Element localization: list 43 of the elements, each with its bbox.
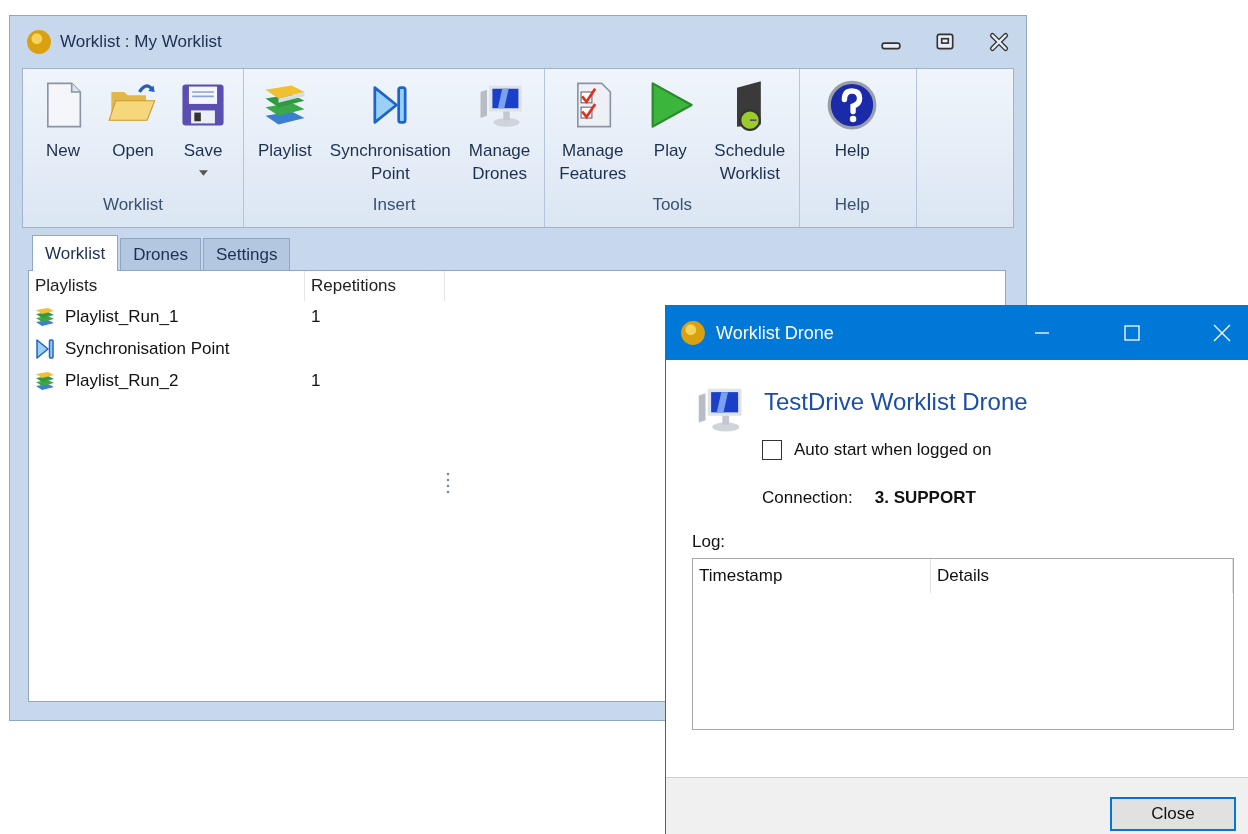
window-title: Worklist : My Worklist <box>60 32 222 52</box>
tab[interactable]: Drones <box>120 238 201 270</box>
ribbon-button[interactable]: Playlist <box>250 69 320 195</box>
ribbon-group-label: Insert <box>372 195 416 216</box>
connection-label: Connection: <box>762 488 853 508</box>
close-icon[interactable] <box>988 31 1010 53</box>
ribbon-button[interactable]: New <box>29 69 97 195</box>
table-cell: Synchronisation Point <box>65 339 230 359</box>
table-cell: 1 <box>311 307 321 326</box>
ribbon-button[interactable]: Synchronisation Point <box>321 69 459 195</box>
window-title: Worklist Drone <box>716 322 834 344</box>
checkbox-label[interactable]: Auto start when logged on <box>794 440 992 460</box>
ribbon-button[interactable]: Schedule Worklist <box>706 69 794 195</box>
column-header[interactable]: Repetitions <box>305 271 445 301</box>
caret-icon <box>198 170 208 176</box>
ribbon-button[interactable]: Play <box>636 69 705 195</box>
ribbon-button[interactable]: Save <box>169 69 237 195</box>
help-icon <box>826 79 879 131</box>
skip-icon <box>33 337 57 361</box>
ribbon-group-label: Worklist <box>102 195 164 216</box>
ribbon-button[interactable]: Open <box>99 69 167 195</box>
tab[interactable]: Worklist <box>32 235 119 271</box>
app-icon <box>26 29 52 55</box>
column-header[interactable]: Playlists <box>29 271 305 301</box>
table-cell: Playlist_Run_2 <box>65 371 179 391</box>
close-button[interactable]: Close <box>1110 797 1236 831</box>
ribbon-button[interactable]: Manage Drones <box>460 69 539 195</box>
ribbon-group-label: Help <box>834 195 870 216</box>
ribbon-button[interactable]: Manage Features <box>551 69 635 195</box>
table-cell: Playlist_Run_1 <box>65 307 179 327</box>
checkbox[interactable] <box>762 440 782 460</box>
dialog-heading: TestDrive Worklist Drone <box>764 388 1028 416</box>
help-button[interactable]: Help <box>818 69 887 195</box>
tab[interactable]: Settings <box>202 238 291 270</box>
connection-value: 3. SUPPORT <box>874 488 976 508</box>
log-label: Log: <box>692 532 727 552</box>
maximize-icon[interactable] <box>1122 323 1142 343</box>
table-cell: 1 <box>311 371 321 390</box>
column-header[interactable]: Details <box>931 559 1233 593</box>
ribbon-group-label: Tools <box>652 195 693 216</box>
column-header[interactable]: Timestamp <box>693 559 931 593</box>
app-icon <box>680 320 706 346</box>
splitter-grip-icon[interactable] <box>446 471 450 495</box>
